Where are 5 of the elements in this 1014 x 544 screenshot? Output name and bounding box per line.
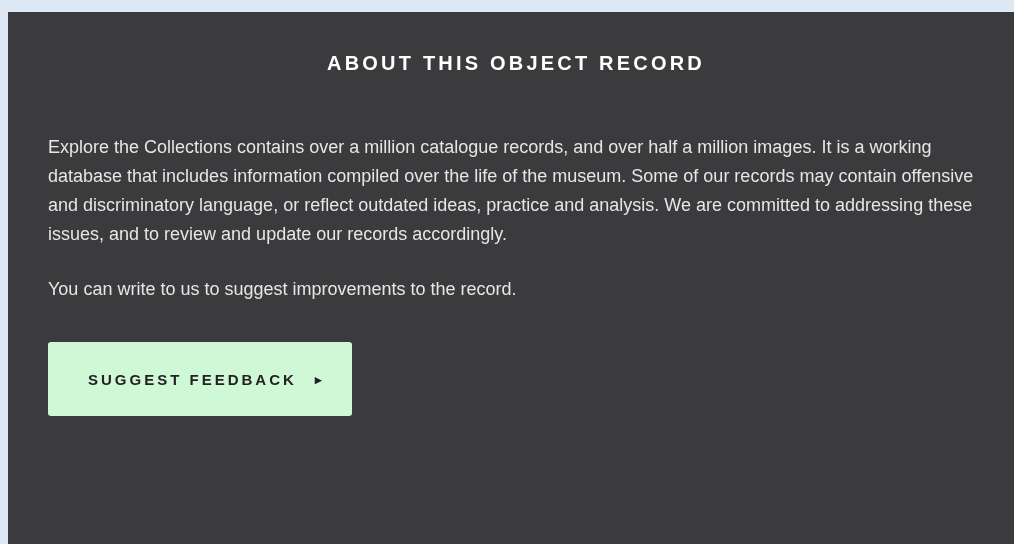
suggest-feedback-button[interactable]: SUGGEST FEEDBACK ▸ [48,342,352,416]
caret-icon: ▸ [314,371,322,387]
panel-title: ABOUT THIS OBJECT RECORD [326,52,706,75]
paragraph: You can write to us to suggest improvements to the record. [48,278,518,301]
paragraph: Explore the Collections contains over a million catalogue records, and over half a million images. It is a working database that includes information compiled over the life of the museum. Some of our records may contain offensive and discriminatory language, or reflect outdated ideas, practice and analysis. We are committed to addressing these issues, and to review and update our records accordingly. [48,136,975,246]
